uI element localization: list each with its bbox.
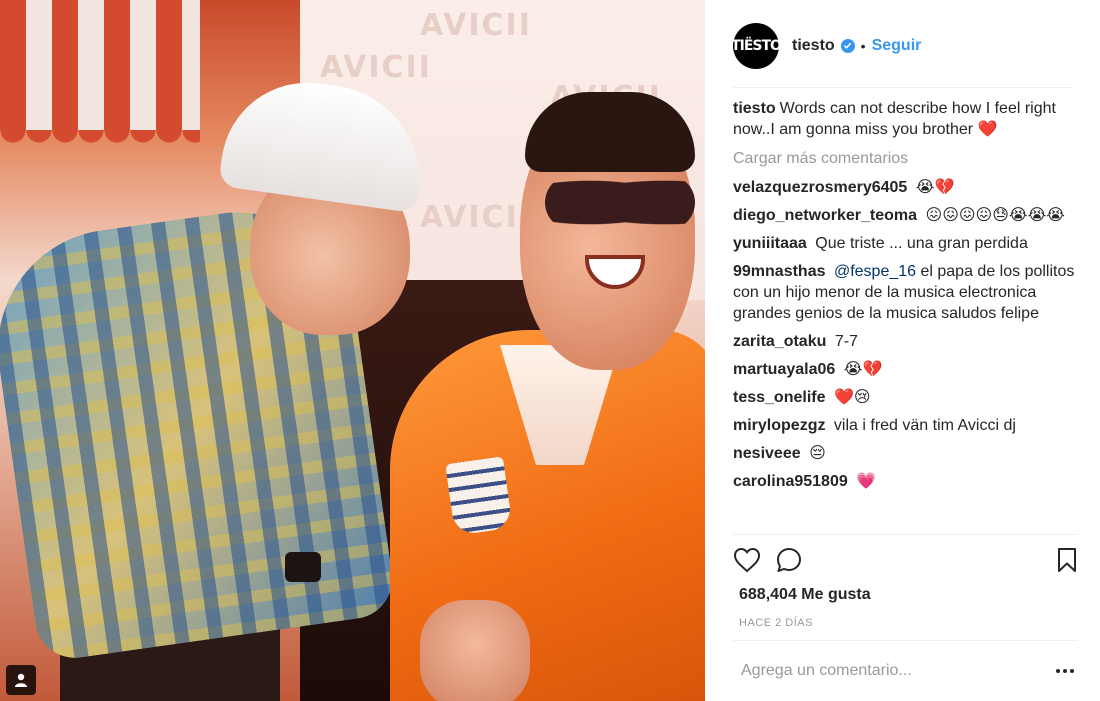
backdrop-logo: AVICII xyxy=(420,200,532,235)
post-side-panel: TIËSTO tiesto • Seguir tiesto Words can n… xyxy=(705,0,1100,701)
comment-username[interactable]: mirylopezgz xyxy=(733,417,825,434)
comment-username[interactable]: 99mnasthas xyxy=(733,263,826,280)
header-username[interactable]: tiesto xyxy=(792,37,835,55)
post-photo[interactable]: AVICII AVICII AVICII AVICII xyxy=(0,0,705,701)
backdrop-logo: AVICII xyxy=(420,8,532,43)
comments-list[interactable]: tiesto Words can not describe how I feel … xyxy=(733,98,1078,534)
comment-item: 99mnasthas @fespe_16 el papa de los poll… xyxy=(733,261,1078,324)
comment-item: diego_networker_teoma 😖😖😖😖😓😭😭😭 xyxy=(733,205,1078,226)
comment-username[interactable]: velazquezrosmery6405 xyxy=(733,179,907,196)
add-comment-bar xyxy=(733,640,1078,701)
comment-mention-link[interactable]: @fespe_16 xyxy=(834,263,916,280)
comment-text: 😖😖😖😖😓😭😭😭 xyxy=(925,207,1065,224)
comment-item: velazquezrosmery6405 😭💔 xyxy=(733,177,1078,198)
add-comment-input[interactable] xyxy=(733,662,1052,680)
load-more-comments-button[interactable]: Cargar más comentarios xyxy=(733,148,1078,169)
likes-count[interactable]: 688,404 Me gusta xyxy=(739,586,871,604)
comment-username[interactable]: yuniiitaaa xyxy=(733,235,807,252)
more-options-icon[interactable] xyxy=(1052,661,1078,681)
comment-username[interactable]: nesiveee xyxy=(733,445,801,462)
bookmark-icon[interactable] xyxy=(1056,547,1078,573)
header-separator: • xyxy=(860,37,866,54)
comment-username[interactable]: carolina951809 xyxy=(733,473,848,490)
comment-text: 😭💔 xyxy=(915,179,955,196)
comment-item: yuniiitaaa Que triste ... una gran perdi… xyxy=(733,233,1078,254)
post-actions-bar xyxy=(733,534,1078,584)
comment-item: zarita_otaku 7-7 xyxy=(733,331,1078,352)
comment-text: 💗 xyxy=(856,473,877,490)
avatar[interactable]: TIËSTO xyxy=(731,22,782,69)
user-tag-icon[interactable] xyxy=(6,665,36,695)
comment-item: nesiveee 😔 xyxy=(733,443,1078,464)
caption-username[interactable]: tiesto xyxy=(733,100,776,117)
comment-item: tess_onelife ❤️😢 xyxy=(733,387,1078,408)
caption-text: Words can not describe how I feel right … xyxy=(733,100,1056,138)
comment-text: 😔 xyxy=(809,445,826,462)
comment-text: ❤️😢 xyxy=(833,389,871,406)
comment-text: Que triste ... una gran perdida xyxy=(815,235,1028,252)
comment-username[interactable]: martuayala06 xyxy=(733,361,835,378)
follow-button[interactable]: Seguir xyxy=(872,37,922,55)
comment-text: 😭💔 xyxy=(843,361,883,378)
comment-bubble-icon[interactable] xyxy=(775,546,803,574)
comment-username[interactable]: diego_networker_teoma xyxy=(733,207,917,224)
verified-badge-icon xyxy=(840,38,855,53)
heart-icon[interactable] xyxy=(733,547,761,573)
post-timestamp: HACE 2 DÍAS xyxy=(739,617,813,629)
instagram-post: AVICII AVICII AVICII AVICII xyxy=(0,0,1100,701)
comment-item: carolina951809 💗 xyxy=(733,471,1078,492)
comment-text: 7-7 xyxy=(834,333,858,350)
comment-username[interactable]: tess_onelife xyxy=(733,389,825,406)
backdrop-logo: AVICII xyxy=(320,50,432,85)
photo-awning xyxy=(0,0,200,148)
header-user-info: tiesto • Seguir xyxy=(792,37,921,55)
comment-item: martuayala06 😭💔 xyxy=(733,359,1078,380)
post-caption: tiesto Words can not describe how I feel … xyxy=(733,98,1078,140)
comment-username[interactable]: zarita_otaku xyxy=(733,333,826,350)
comment-item: mirylopezgz vila i fred vän tim Avicci d… xyxy=(733,415,1078,436)
comment-text: vila i fred vän tim Avicci dj xyxy=(833,417,1016,434)
post-header: TIËSTO tiesto • Seguir xyxy=(731,18,1073,88)
